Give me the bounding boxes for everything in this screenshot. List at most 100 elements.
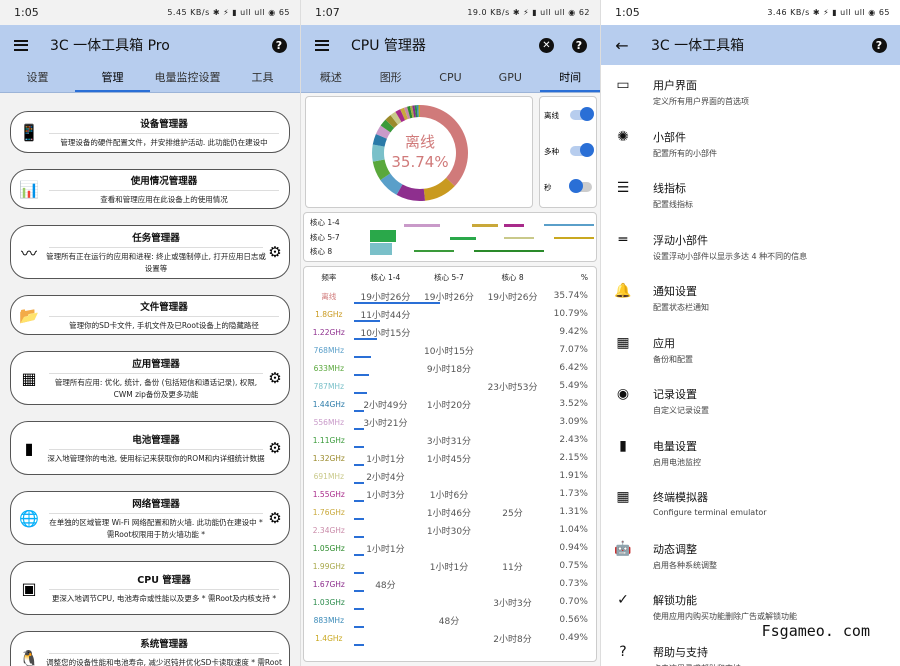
settings-item[interactable]: ◉ 记录设置 自定义记录设置: [601, 374, 900, 426]
percent-bar: [354, 338, 377, 340]
settings-title: 线指标: [653, 182, 686, 195]
card-desc: 管理设备的硬件配置文件，并安排维护活动. 此功能仍在建设中: [60, 137, 268, 147]
manager-card[interactable]: 🐧 系统管理器 调整您的设备性能和电池寿命, 减少迟钝并优化SD卡读取速度 * 需R…: [10, 631, 290, 666]
header-cell: %: [580, 272, 588, 282]
settings-desc: 配置状态栏通知: [653, 303, 709, 312]
manager-card[interactable]: 〰任务管理器 管理所有正在运行的应用和进程: 终止或强制停止, 打开应用日志或设置…: [10, 225, 290, 279]
settings-icon: ✓: [617, 592, 629, 608]
gear-icon[interactable]: ⚙: [267, 509, 283, 527]
settings-item[interactable]: 🔔 通知设置 配置状态栏通知: [601, 271, 900, 323]
manager-icon: 📊: [19, 179, 39, 199]
freq-cell: 1.67GHz: [312, 579, 345, 589]
toggle-switch[interactable]: [570, 107, 594, 121]
settings-item[interactable]: ▮ 电量设置 启用电池监控: [601, 426, 900, 478]
settings-item[interactable]: ▦ 应用 备份和配置: [601, 323, 900, 375]
percent-cell: 3.09%: [559, 417, 588, 427]
settings-item[interactable]: ✺ 小部件 配置所有的小部件: [601, 117, 900, 169]
manager-card[interactable]: 📱 设备管理器 管理设备的硬件配置文件，并安排维护活动. 此功能仍在建设中: [10, 111, 290, 153]
help-button[interactable]: ?: [868, 34, 890, 56]
settings-item[interactable]: ═ 浮动小部件 设置浮动小部件以显示多达 4 种不同的信息: [601, 220, 900, 272]
freq-cell: 1.4GHz: [315, 633, 343, 643]
percent-cell: 1.91%: [559, 471, 588, 481]
settings-icon: ?: [619, 643, 627, 660]
core57-cell: 19小时26分: [424, 292, 474, 303]
freq-cell: 633MHz: [313, 363, 345, 373]
tab-item[interactable]: 图形: [361, 65, 421, 92]
card-desc: 更深入地调节CPU, 电池寿命或性能以及更多 * 需Root及内核支持 *: [51, 593, 277, 603]
toggle-panel: 离线 多种秒: [539, 96, 597, 208]
donut-slice: [372, 144, 385, 162]
help-button[interactable]: ?: [268, 34, 290, 56]
settings-text: 解锁功能 使用应用内购买功能删除广告或解锁功能: [653, 592, 797, 622]
tab-item[interactable]: 设置: [0, 65, 75, 92]
settings-text: 小部件 配置所有的小部件: [653, 129, 717, 159]
menu-button[interactable]: [311, 34, 333, 56]
freq-cell: 1.44GHz: [312, 399, 345, 409]
back-button[interactable]: ←: [611, 34, 633, 56]
settings-item[interactable]: ▦ 终端模拟器 Configure terminal emulator: [601, 477, 900, 529]
manager-card[interactable]: 📊 使用情况管理器 查看和管理应用在此设备上的使用情况: [10, 169, 290, 209]
help-icon: ?: [571, 37, 587, 53]
tab-item[interactable]: 电量监控设置: [150, 65, 225, 92]
percent-bar: [354, 320, 381, 322]
core14-cell: 1小时3分: [366, 490, 405, 501]
core57-cell: 1小时30分: [426, 526, 472, 537]
percent-cell: 0.70%: [559, 597, 588, 607]
card-desc: 深入地管理你的电池, 使用标记来获取你的ROM和内详细统计数据: [47, 453, 265, 463]
manager-card[interactable]: ▣ CPU 管理器 更深入地调节CPU, 电池寿命或性能以及更多 * 需Root及内…: [10, 561, 290, 615]
card-title: 文件管理器: [49, 299, 279, 317]
percent-bar: [354, 644, 364, 646]
settings-text: 帮助与支持点击这里寻求帮助和支持: [653, 644, 741, 666]
core14-cell: 19小时26分: [360, 292, 411, 303]
settings-icon: ═: [618, 231, 628, 248]
percent-bar: [354, 626, 364, 628]
tab-item[interactable]: 概述: [301, 65, 361, 92]
menu-button[interactable]: [10, 34, 32, 56]
hamburger-icon: [315, 39, 329, 51]
settings-text: 记录设置 自定义记录设置: [653, 386, 709, 416]
tab-item[interactable]: 时间: [540, 65, 600, 92]
settings-item[interactable]: ▭ 用户界面 定义所有用户界面的首选项: [601, 65, 900, 117]
freq-cell: 离线: [321, 291, 337, 301]
settings-title: 帮助与支持: [653, 645, 708, 659]
settings-text: 用户界面 定义所有用户界面的首选项: [653, 77, 749, 107]
back-arrow-icon: ←: [615, 35, 629, 55]
manager-card[interactable]: ▮ 电池管理器 深入地管理你的电池, 使用标记来获取你的ROM和内详细统计数据 ⚙: [10, 421, 290, 475]
tab-item[interactable]: 工具: [225, 65, 300, 92]
gear-icon[interactable]: ⚙: [267, 439, 283, 457]
percent-cell: 6.42%: [559, 363, 588, 373]
card-title: CPU 管理器: [49, 572, 279, 590]
tab-item[interactable]: 管理: [75, 65, 150, 92]
time-donut-chart: 离线 35.74%: [305, 96, 533, 208]
gear-icon[interactable]: ⚙: [267, 369, 283, 387]
toggle-switch[interactable]: [569, 179, 592, 193]
manager-card[interactable]: ▦ 应用管理器 管理所有应用: 优化, 统计, 备份 (包括短信和通话记录), 权限…: [10, 351, 290, 405]
manager-icon: 〰: [20, 244, 37, 263]
percent-cell: 1.73%: [559, 489, 588, 499]
help-button[interactable]: ?: [568, 34, 590, 56]
settings-item[interactable]: ☰ 线指标 配置线指标: [601, 168, 900, 220]
screen-manage: 1:05 5.45 KB/s ✱ ⚡ ▮ ull ull ◉ 65 3C 一体工…: [0, 0, 300, 666]
freq-cell: 1.8GHz: [315, 309, 343, 319]
table-row: 1.8GHz 11小时44分 10.79%: [304, 305, 596, 323]
card-text: 电池管理器 深入地管理你的电池, 使用标记来获取你的ROM和内详细统计数据: [45, 432, 267, 465]
manager-card[interactable]: 📂 文件管理器 管理你的SD卡文件, 手机文件及已Root设备上的隐藏路径: [10, 295, 290, 335]
card-text: 应用管理器 管理所有应用: 优化, 统计, 备份 (包括短信和通话记录), 权限,…: [45, 356, 267, 401]
card-text: 网络管理器 在单独的区域管理 Wi-Fi 网络配置和防火墙. 此功能仍在建设中 *…: [45, 496, 267, 541]
settings-desc: 点击这里寻求帮助和支持: [653, 663, 741, 666]
settings-item[interactable]: 🤖 动态调整 启用各种系统调整: [601, 529, 900, 581]
toggle-switch[interactable]: [570, 143, 594, 157]
table-row: 691MHz 2小时4分 1.91%: [304, 467, 596, 485]
gear-icon[interactable]: ⚙: [267, 243, 283, 261]
watermark: Fsgameo. com: [759, 622, 872, 640]
tab-item[interactable]: GPU: [480, 65, 540, 92]
app-bar: CPU 管理器 ✕ ?: [301, 25, 600, 65]
close-icon[interactable]: ✕: [539, 37, 554, 53]
percent-cell: 0.94%: [559, 543, 588, 553]
percent-bar: [354, 500, 364, 502]
percent-bar: [354, 446, 364, 448]
table-row: 1.76GHz 1小时46分 25分 1.31%: [304, 503, 596, 521]
manager-card[interactable]: 🌐 网络管理器 在单独的区域管理 Wi-Fi 网络配置和防火墙. 此功能仍在建设中 …: [10, 491, 290, 545]
percent-bar: [354, 428, 364, 430]
tab-item[interactable]: CPU: [421, 65, 481, 92]
